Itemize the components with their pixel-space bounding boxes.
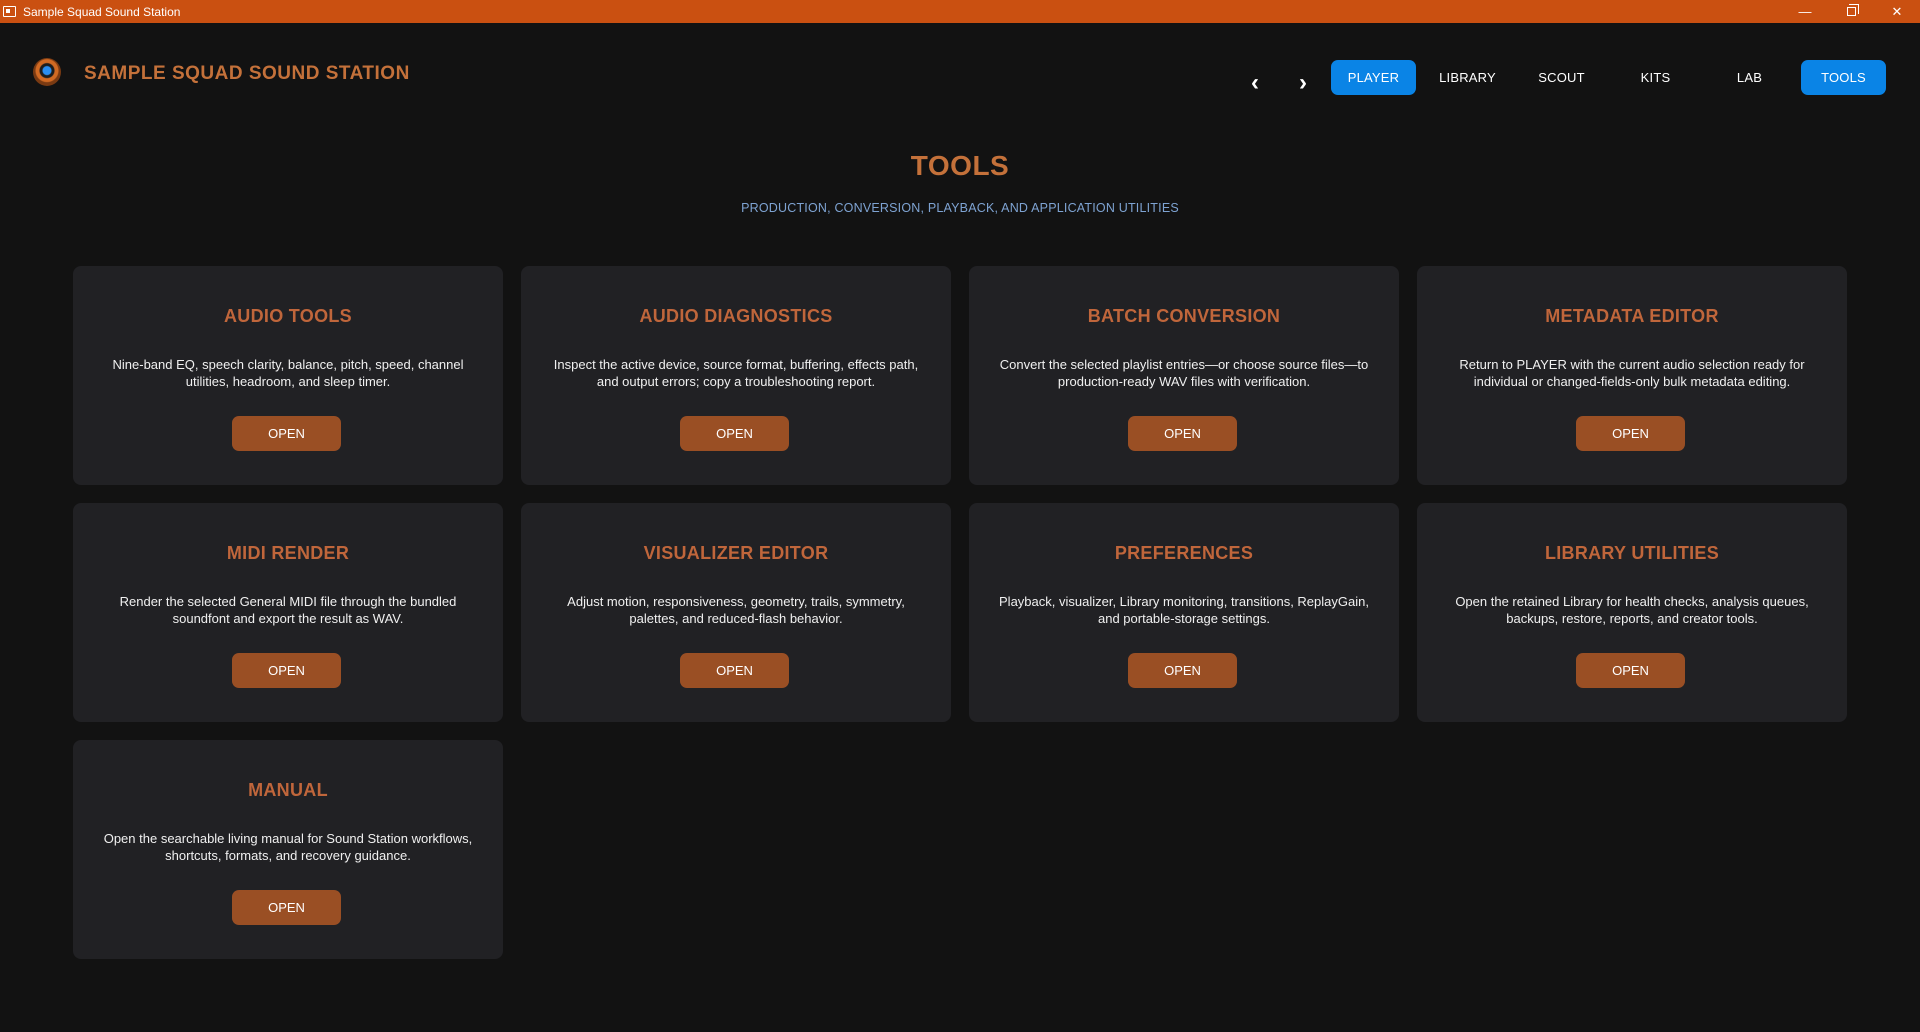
tool-card-preferences: PREFERENCES Playback, visualizer, Librar… <box>969 503 1399 722</box>
restore-button[interactable] <box>1828 0 1874 23</box>
chevron-right-icon: › <box>1299 69 1307 96</box>
card-title: MIDI RENDER <box>226 543 350 563</box>
card-description: Nine-band EQ, speech clarity, balance, p… <box>112 357 464 389</box>
app-logo-icon <box>33 58 61 86</box>
tool-card-metadata-editor: METADATA EDITOR Return to PLAYER with th… <box>1417 266 1847 485</box>
card-description: Return to PLAYER with the current audio … <box>1459 357 1805 389</box>
close-button[interactable]: ✕ <box>1874 0 1920 23</box>
card-description: Render the selected General MIDI file th… <box>119 594 457 626</box>
tab-library[interactable]: LIBRARY <box>1425 60 1510 95</box>
card-title: LIBRARY UTILITIES <box>1544 543 1720 563</box>
nav-forward-button[interactable]: › <box>1288 71 1318 101</box>
tab-player-label: PLAYER <box>1347 70 1400 85</box>
card-description: Open the retained Library for health che… <box>1455 594 1809 626</box>
open-visualizer-editor-button[interactable]: OPEN <box>680 653 789 688</box>
page-title: TOOLS <box>910 150 1010 181</box>
tab-lab[interactable]: LAB <box>1707 60 1792 95</box>
card-description: Inspect the active device, source format… <box>553 357 919 389</box>
card-title: MANUAL <box>248 780 328 800</box>
card-description: Open the searchable living manual for So… <box>103 831 473 863</box>
window-title: Sample Squad Sound Station <box>23 4 181 19</box>
minimize-icon: — <box>1798 4 1812 19</box>
app-name: SAMPLE SQUAD SOUND STATION <box>84 63 410 84</box>
minimize-button[interactable]: — <box>1782 0 1828 23</box>
open-metadata-editor-button[interactable]: OPEN <box>1576 416 1685 451</box>
tab-kits[interactable]: KITS <box>1613 60 1698 95</box>
card-title: BATCH CONVERSION <box>1087 306 1281 326</box>
card-title: AUDIO DIAGNOSTICS <box>639 306 833 326</box>
card-title: PREFERENCES <box>1114 543 1254 563</box>
page-subtitle: PRODUCTION, CONVERSION, PLAYBACK, AND AP… <box>741 201 1179 215</box>
app-window-icon <box>3 6 16 17</box>
chevron-left-icon: ‹ <box>1251 69 1259 96</box>
open-audio-diagnostics-button[interactable]: OPEN <box>680 416 789 451</box>
tab-scout-label: SCOUT <box>1538 70 1585 85</box>
tool-card-visualizer-editor: VISUALIZER EDITOR Adjust motion, respons… <box>521 503 951 722</box>
tab-kits-label: KITS <box>1640 70 1671 85</box>
card-title: VISUALIZER EDITOR <box>643 543 829 563</box>
open-batch-conversion-button[interactable]: OPEN <box>1128 416 1237 451</box>
tool-card-manual: MANUAL Open the searchable living manual… <box>73 740 503 959</box>
tool-card-audio-diagnostics: AUDIO DIAGNOSTICS Inspect the active dev… <box>521 266 951 485</box>
card-description: Convert the selected playlist entries—or… <box>999 357 1369 389</box>
tool-card-audio-tools: AUDIO TOOLS Nine-band EQ, speech clarity… <box>73 266 503 485</box>
window-controls: — ✕ <box>1782 0 1920 23</box>
tab-player[interactable]: PLAYER <box>1331 60 1416 95</box>
app-header: SAMPLE SQUAD SOUND STATION ‹ › PLAYER LI… <box>0 23 1920 133</box>
tab-tools[interactable]: TOOLS <box>1801 60 1886 95</box>
open-preferences-button[interactable]: OPEN <box>1128 653 1237 688</box>
tab-tools-label: TOOLS <box>1821 70 1866 85</box>
restore-icon <box>1846 4 1859 16</box>
open-library-utilities-button[interactable]: OPEN <box>1576 653 1685 688</box>
card-description: Adjust motion, responsiveness, geometry,… <box>567 594 905 626</box>
tool-card-midi-render: MIDI RENDER Render the selected General … <box>73 503 503 722</box>
tool-card-batch-conversion: BATCH CONVERSION Convert the selected pl… <box>969 266 1399 485</box>
open-manual-button[interactable]: OPEN <box>232 890 341 925</box>
close-icon: ✕ <box>1891 3 1903 19</box>
open-midi-render-button[interactable]: OPEN <box>232 653 341 688</box>
nav-back-button[interactable]: ‹ <box>1240 71 1270 101</box>
tab-lab-label: LAB <box>1736 70 1763 85</box>
tab-scout[interactable]: SCOUT <box>1519 60 1604 95</box>
window-titlebar: Sample Squad Sound Station — ✕ <box>0 0 1920 23</box>
tab-library-label: LIBRARY <box>1439 70 1496 85</box>
card-description: Playback, visualizer, Library monitoring… <box>999 594 1369 626</box>
card-title: AUDIO TOOLS <box>224 306 352 326</box>
open-audio-tools-button[interactable]: OPEN <box>232 416 341 451</box>
card-title: METADATA EDITOR <box>1545 306 1719 326</box>
tool-card-library-utilities: LIBRARY UTILITIES Open the retained Libr… <box>1417 503 1847 722</box>
